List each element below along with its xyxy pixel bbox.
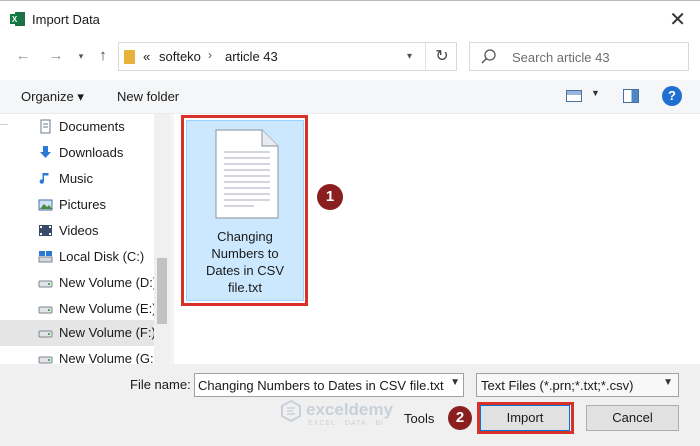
refresh-icon[interactable]: ↻	[425, 42, 458, 71]
sidebar-item-pictures[interactable]: Pictures	[0, 192, 155, 218]
drive-icon	[38, 280, 53, 288]
folder-icon	[124, 50, 135, 64]
title-bar: X Import Data ✕	[0, 0, 700, 38]
step-badge: 2	[448, 406, 472, 430]
sidebar-item-label: Pictures	[59, 197, 106, 212]
exceldemy-logo-icon	[281, 400, 301, 422]
address-bar[interactable]: « softeko › article 43 ▾	[118, 42, 457, 71]
file-type-select[interactable]: Text Files (*.prn;*.txt;*.csv) ▼	[476, 373, 679, 397]
sidebar-item-label: New Volume (G:)	[59, 351, 158, 364]
svg-text:X: X	[12, 15, 18, 24]
sidebar-item-documents[interactable]: Documents	[0, 114, 155, 140]
file-name-value: Changing Numbers to Dates in CSV file.tx…	[198, 378, 444, 393]
sidebar-item-videos[interactable]: Videos	[0, 218, 155, 244]
address-dropdown-icon[interactable]: ▾	[407, 51, 412, 62]
tools-menu[interactable]: Tools	[404, 411, 434, 426]
drive-icon	[38, 330, 53, 338]
documents-icon	[40, 119, 51, 134]
breadcrumb-overflow[interactable]: «	[143, 49, 150, 64]
search-placeholder: Search article 43	[512, 50, 610, 65]
file-name-field[interactable]: Changing Numbers to Dates in CSV file.tx…	[194, 373, 464, 397]
view-options-chevron-icon[interactable]: ▼	[591, 88, 600, 98]
watermark-tagline: EXCEL · DATA · BI	[308, 420, 384, 427]
chevron-down-icon[interactable]: ▼	[663, 377, 673, 388]
search-input[interactable]: Search article 43	[469, 42, 689, 71]
organize-menu[interactable]: Organize ▾	[21, 89, 84, 105]
window-title: Import Data	[32, 12, 100, 27]
file-name-field-label: File name:	[130, 377, 191, 392]
pictures-icon	[38, 199, 53, 211]
file-type-value: Text Files (*.prn;*.txt;*.csv)	[481, 378, 634, 393]
drive-icon	[38, 306, 53, 314]
close-icon[interactable]: ✕	[669, 7, 686, 32]
breadcrumb-item[interactable]: article 43	[225, 49, 278, 64]
sidebar-item-new-volume-f[interactable]: New Volume (F:)	[0, 320, 156, 346]
preview-pane-icon[interactable]	[623, 89, 639, 103]
sidebar-item-music[interactable]: Music	[0, 166, 155, 192]
sidebar-item-label: Downloads	[59, 145, 124, 160]
recent-locations-chevron-icon[interactable]: ▾	[70, 44, 92, 68]
command-bar: Organize ▾ New folder ▼ ?	[0, 80, 700, 114]
cancel-button[interactable]: Cancel	[586, 405, 679, 431]
videos-icon	[39, 225, 52, 236]
downloads-icon	[40, 146, 51, 158]
sidebar-item-label: New Volume (E:)	[59, 301, 157, 316]
help-icon[interactable]: ?	[662, 86, 682, 106]
new-folder-button[interactable]: New folder	[117, 89, 179, 104]
back-icon[interactable]: ←	[12, 44, 34, 68]
sidebar-item-label: Videos	[59, 223, 99, 238]
sidebar-item-label: Documents	[59, 119, 125, 134]
sidebar-item-downloads[interactable]: Downloads	[0, 140, 155, 166]
music-icon	[39, 173, 49, 184]
excel-icon: X	[10, 12, 25, 26]
change-view-icon[interactable]	[566, 90, 582, 102]
watermark-text: exceldemy	[306, 400, 393, 419]
forward-icon[interactable]: →	[45, 44, 67, 68]
drive-icon	[38, 251, 53, 263]
sidebar-item-new-volume-e[interactable]: New Volume (E:)	[0, 296, 157, 322]
breadcrumb-item[interactable]: softeko	[159, 49, 201, 64]
drive-icon	[38, 356, 53, 364]
sidebar-item-label: Music	[59, 171, 93, 186]
navigation-pane: Documents Downloads Music Pictures Video…	[0, 114, 170, 364]
breadcrumb-separator: ›	[208, 48, 212, 62]
sidebar-scrollbar-thumb[interactable]	[157, 258, 167, 324]
up-icon[interactable]: ↑	[92, 44, 114, 68]
watermark: exceldemy EXCEL · DATA · BI	[280, 398, 400, 432]
sidebar-item-new-volume-d[interactable]: New Volume (D:)	[0, 270, 158, 296]
sidebar-item-local-disk-c[interactable]: Local Disk (C:)	[0, 244, 155, 270]
step-badge: 1	[317, 184, 343, 210]
sidebar-scrollbar[interactable]	[154, 114, 170, 364]
search-icon	[481, 49, 496, 64]
sidebar-item-label: New Volume (D:)	[59, 275, 158, 290]
highlight-box	[181, 115, 308, 306]
highlight-box	[477, 402, 574, 434]
sidebar-item-label: New Volume (F:)	[59, 325, 156, 340]
chevron-down-icon[interactable]: ▼	[450, 377, 460, 388]
sidebar-item-label: Local Disk (C:)	[59, 249, 145, 264]
sidebar-item-new-volume-g[interactable]: New Volume (G:)	[0, 346, 158, 364]
